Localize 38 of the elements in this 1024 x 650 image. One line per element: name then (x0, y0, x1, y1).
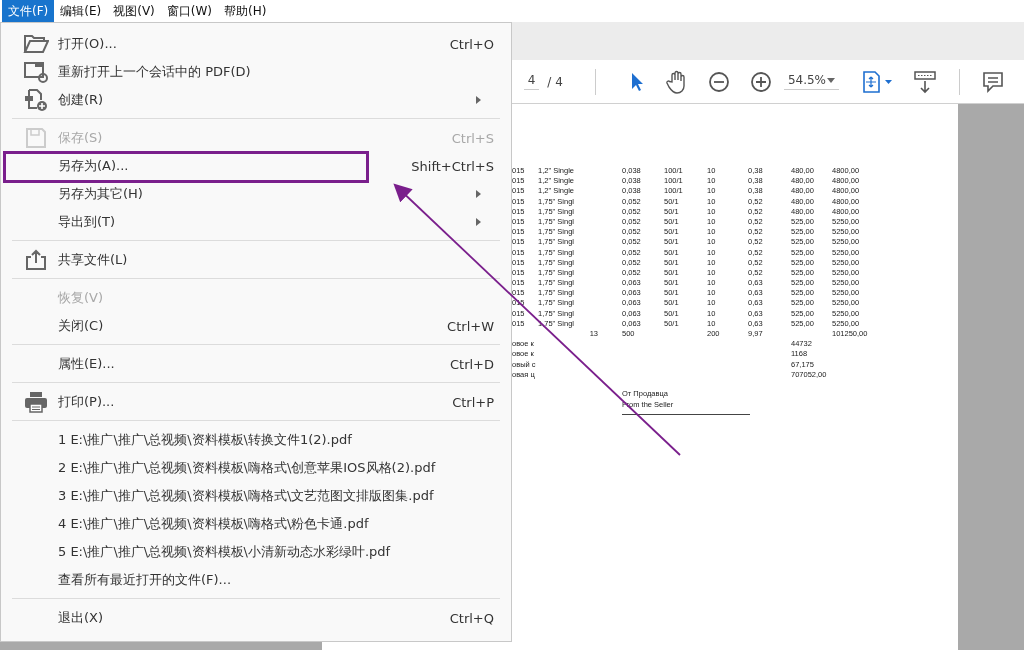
menu-item[interactable]: 属性(E)... Ctrl+D (1, 350, 511, 378)
zoom-field[interactable]: 54.5% (783, 73, 840, 90)
save-icon (24, 127, 47, 149)
folder-icon (22, 33, 49, 55)
menu-item[interactable]: 导出到(T) (1, 208, 511, 236)
create-document-icon (22, 88, 49, 112)
menu-title[interactable]: 视图(V) (107, 0, 161, 22)
menu-item[interactable]: 打开(O)... Ctrl+O (1, 30, 511, 58)
menu-item[interactable]: 4 E:\推广\推广\总视频\资料模板\嗨格式\粉色卡通.pdf (1, 510, 511, 538)
menu-item[interactable]: 另存为其它(H) (1, 180, 511, 208)
share-icon (24, 249, 47, 271)
reopen-document-icon (22, 60, 49, 84)
menu-item[interactable]: 2 E:\推广\推广\总视频\资料模板\嗨格式\创意苹果IOS风格(2).pdf (1, 454, 511, 482)
menu-title[interactable]: 编辑(E) (54, 0, 108, 22)
menu-item[interactable]: 退出(X) Ctrl+Q (1, 604, 511, 632)
menu-item[interactable]: 另存为(A)... Shift+Ctrl+S (1, 152, 511, 180)
menu-item[interactable]: 打印(P)... Ctrl+P (1, 388, 511, 416)
menu-item[interactable]: 关闭(C) Ctrl+W (1, 312, 511, 340)
menu-item[interactable]: 1 E:\推广\推广\总视频\资料模板\转换文件1(2).pdf (1, 426, 511, 454)
zoom-out-icon[interactable] (707, 69, 730, 94)
menu-title[interactable]: 窗口(W) (160, 0, 219, 22)
menu-item[interactable]: 创建(R) (1, 86, 511, 114)
page-number-field[interactable]: 4 (524, 73, 540, 90)
menu-title[interactable]: 文件(F) (2, 0, 55, 22)
zoom-in-icon[interactable] (749, 69, 772, 94)
menu-item[interactable]: 查看所有最近打开的文件(F)... (1, 566, 511, 594)
caret-icon (827, 77, 836, 83)
comment-icon[interactable] (982, 69, 1004, 94)
menu-title[interactable]: 帮助(H) (218, 0, 273, 22)
menu-item[interactable]: 5 E:\推广\推广\总视频\资料模板\小清新动态水彩绿叶.pdf (1, 538, 511, 566)
menu-item[interactable]: 3 E:\推广\推广\总视频\资料模板\嗨格式\文艺范图文排版图集.pdf (1, 482, 511, 510)
menu-item[interactable]: 重新打开上一个会话中的 PDF(D) (1, 58, 511, 86)
scroll-mode-icon[interactable] (913, 69, 938, 94)
hand-icon[interactable] (665, 69, 688, 94)
menu-item[interactable]: 共享文件(L) (1, 246, 511, 274)
page-count: / 4 (547, 74, 563, 89)
printer-icon (23, 391, 48, 413)
fit-page-icon[interactable] (861, 69, 894, 94)
